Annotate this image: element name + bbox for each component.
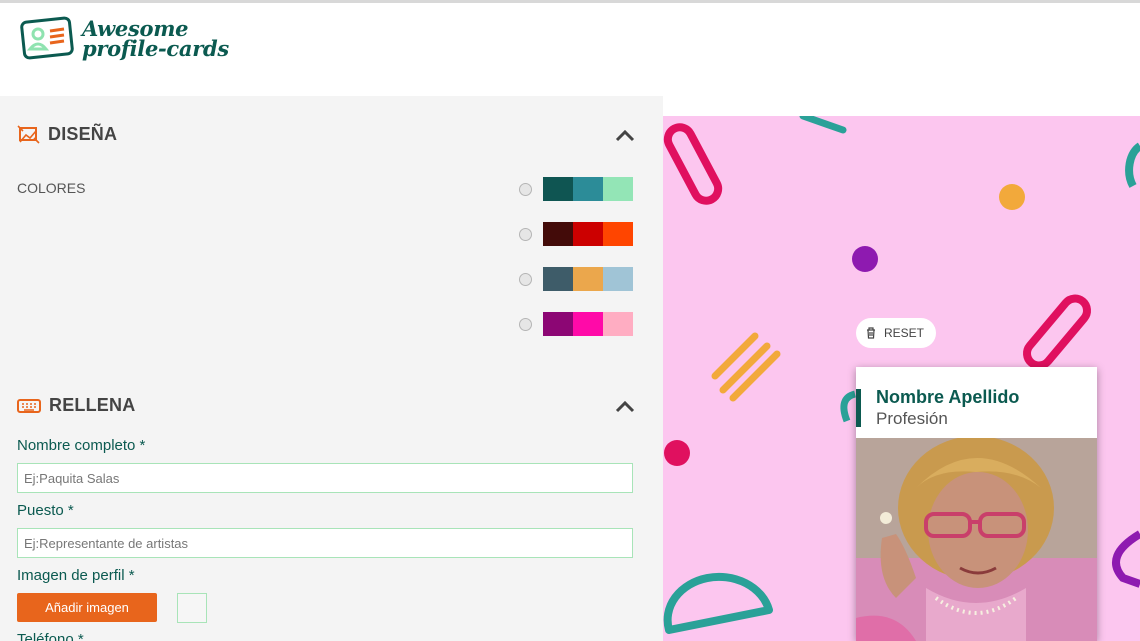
- name-label: Nombre completo *: [17, 437, 146, 454]
- phone-label: Teléfono *: [17, 631, 84, 641]
- palette-radio-4[interactable]: [519, 317, 532, 331]
- palette-option-3[interactable]: [519, 267, 633, 291]
- chevron-up-icon[interactable]: [614, 399, 636, 413]
- card-name: Nombre Apellido: [876, 387, 1020, 407]
- palette-option-1[interactable]: [519, 177, 633, 201]
- image-label: Imagen de perfil *: [17, 567, 135, 584]
- image-preview-thumbnail: [177, 593, 207, 623]
- reset-label: RESET: [884, 326, 925, 340]
- palette-2-swatch-3: [603, 222, 633, 246]
- card-header: Nombre Apellido Profesión: [856, 367, 1097, 438]
- card-profile-photo: [856, 438, 1097, 641]
- colors-label: COLORES: [17, 180, 86, 196]
- card-preview-canvas: RESET Nombre Apellido Profesión: [663, 116, 1140, 641]
- palette-option-2[interactable]: [519, 222, 633, 246]
- card-job: Profesión: [876, 409, 948, 428]
- design-section-header[interactable]: DISEÑA: [17, 124, 117, 145]
- job-input[interactable]: [17, 528, 633, 558]
- palette-4-swatch-1: [543, 312, 573, 336]
- palette-option-4[interactable]: [519, 312, 633, 336]
- form-panel: DISEÑA COLORES RELLENA Nombre completo *…: [0, 96, 663, 641]
- logo-line-2: profile-cards: [82, 36, 229, 61]
- app-header: Awesome profile-cards: [0, 3, 1140, 96]
- trash-icon: [867, 327, 875, 339]
- fill-section-header[interactable]: RELLENA: [17, 395, 135, 416]
- palette-2-swatch-2: [573, 222, 603, 246]
- design-icon: [17, 125, 40, 144]
- design-section-title: DISEÑA: [48, 124, 118, 144]
- name-input[interactable]: [17, 463, 633, 493]
- add-image-button[interactable]: Añadir imagen: [17, 593, 157, 622]
- job-label: Puesto *: [17, 502, 74, 519]
- profile-card: Nombre Apellido Profesión: [856, 367, 1097, 641]
- logo[interactable]: Awesome profile-cards: [20, 15, 229, 63]
- palette-1-swatch-2: [573, 177, 603, 201]
- chevron-up-icon[interactable]: [614, 128, 636, 142]
- palette-3-swatch-3: [603, 267, 633, 291]
- palette-radio-1[interactable]: [519, 182, 532, 196]
- keyboard-icon: [17, 398, 41, 413]
- palette-3-swatch-2: [573, 267, 603, 291]
- palette-1-swatch-3: [603, 177, 633, 201]
- reset-button[interactable]: RESET: [856, 318, 937, 348]
- fill-section-title: RELLENA: [49, 395, 136, 415]
- palette-4-swatch-3: [603, 312, 633, 336]
- card-accent-bar: [856, 389, 861, 427]
- palette-4-swatch-2: [573, 312, 603, 336]
- logo-text: Awesome profile-cards: [82, 18, 229, 61]
- profile-card-icon: [20, 16, 74, 60]
- palette-3-swatch-1: [543, 267, 573, 291]
- palette-radio-2[interactable]: [519, 227, 532, 241]
- palette-2-swatch-1: [543, 222, 573, 246]
- palette-radio-3[interactable]: [519, 272, 532, 286]
- preview-panel: RESET Nombre Apellido Profesión: [663, 96, 1140, 641]
- profile-photo-image: [856, 438, 1097, 641]
- palette-1-swatch-1: [543, 177, 573, 201]
